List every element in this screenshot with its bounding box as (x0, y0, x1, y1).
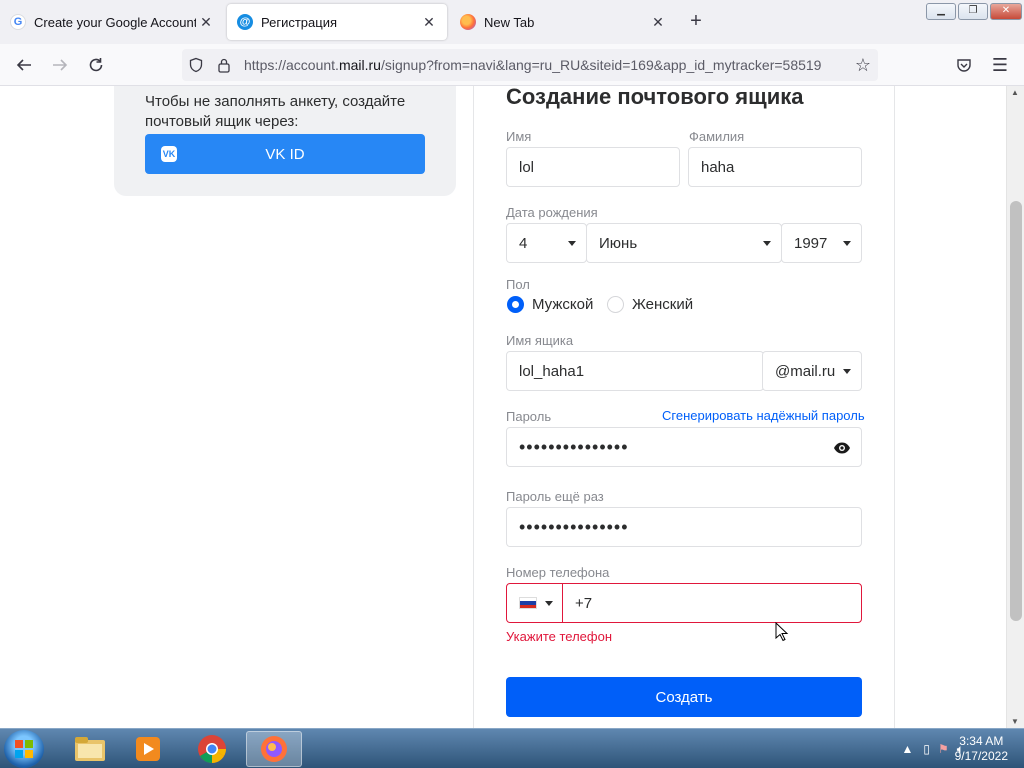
navigation-bar: https://account.mail.ru/signup?from=navi… (0, 44, 1024, 86)
alternative-signup-card: Чтобы не заполнять анкету, создайте почт… (114, 86, 456, 196)
gender-male-radio[interactable]: Мужской (507, 296, 593, 313)
birth-month-select[interactable]: Июнь (586, 223, 782, 263)
chrome-icon (198, 735, 226, 763)
google-icon: G (10, 14, 26, 30)
generate-password-link[interactable]: Сгенерировать надёжный пароль (662, 408, 865, 423)
url-text: https://account.mail.ru/signup?from=navi… (244, 57, 822, 73)
reload-icon (89, 58, 103, 72)
page-scrollbar[interactable]: ▲ ▼ (1006, 86, 1024, 728)
country-code-select[interactable] (506, 583, 564, 623)
firefox-icon (261, 736, 287, 762)
media-player-icon (136, 737, 160, 761)
first-name-label: Имя (506, 129, 532, 144)
menu-hamburger-icon[interactable]: ☰ (987, 52, 1013, 78)
restore-button[interactable]: ❐ (958, 3, 988, 20)
vk-id-button[interactable]: VK VK ID (145, 134, 425, 174)
tab-title: New Tab (484, 14, 535, 30)
new-tab-button[interactable]: + (684, 10, 708, 34)
password-mask: ••••••••••••••• (519, 436, 629, 457)
password-input[interactable]: ••••••••••••••• (506, 427, 862, 467)
close-tab-icon[interactable]: ✕ (419, 14, 439, 31)
tab-google-account[interactable]: G Create your Google Account ✕ (0, 4, 224, 40)
gender-male-label: Мужской (532, 296, 594, 313)
first-name-input[interactable]: lol (506, 147, 680, 187)
show-hidden-icons-icon[interactable]: ▲ (902, 742, 914, 756)
forward-arrow-icon (53, 59, 68, 71)
tab-title: Регистрация (261, 14, 337, 30)
page-content: Чтобы не заполнять анкету, создайте почт… (0, 86, 1024, 728)
birth-date-label: Дата рождения (506, 205, 598, 220)
phone-label: Номер телефона (506, 565, 610, 580)
vk-icon: VK (161, 146, 177, 162)
start-button[interactable] (4, 730, 44, 768)
radio-unchecked-icon (607, 296, 624, 313)
mailbox-label: Имя ящика (506, 333, 574, 348)
file-explorer-taskbar-button[interactable] (62, 731, 118, 767)
page-title: Создание почтового ящика (506, 86, 804, 109)
tracking-shield-icon[interactable] (182, 55, 210, 75)
create-account-button[interactable]: Создать (506, 677, 862, 717)
gender-female-label: Женский (632, 296, 694, 313)
password-label: Пароль (506, 409, 552, 424)
last-name-input[interactable]: haha (688, 147, 862, 187)
lock-icon[interactable] (210, 55, 238, 75)
minimize-button[interactable]: ▁ (926, 3, 956, 20)
chrome-taskbar-button[interactable] (184, 731, 240, 767)
address-bar[interactable]: https://account.mail.ru/signup?from=navi… (182, 49, 878, 81)
taskbar-clock[interactable]: 3:34 AM 9/17/2022 (955, 734, 1008, 764)
clock-time: 3:34 AM (959, 734, 1004, 748)
firefox-taskbar-button[interactable] (246, 731, 302, 767)
gender-female-radio[interactable]: Женский (607, 296, 693, 313)
phone-input[interactable]: +7 (562, 583, 862, 623)
show-password-eye-icon[interactable] (833, 439, 851, 457)
close-window-button[interactable]: ✕ (990, 3, 1022, 20)
scroll-up-icon[interactable]: ▲ (1011, 88, 1019, 97)
tab-title: Create your Google Account (34, 14, 196, 30)
clock-date: 9/17/2022 (954, 749, 1008, 763)
forward-button[interactable] (47, 52, 73, 78)
tab-strip: G Create your Google Account ✕ @ Регистр… (0, 0, 1024, 44)
phone-error-message: Укажите телефон (506, 629, 613, 644)
firefox-icon (460, 14, 476, 30)
radio-checked-icon (507, 296, 524, 313)
mouse-cursor-icon (775, 622, 789, 642)
windows-logo-icon (15, 740, 33, 758)
tab-new-tab[interactable]: New Tab ✕ (450, 4, 676, 40)
password-repeat-mask: ••••••••••••••• (519, 516, 629, 537)
alternative-signup-hint: Чтобы не заполнять анкету, создайте почт… (145, 93, 406, 130)
mail-domain-select[interactable]: @mail.ru (762, 351, 862, 391)
birth-year-select[interactable]: 1997 (781, 223, 862, 263)
mailbox-input[interactable]: lol_haha1 (506, 351, 764, 391)
back-button[interactable] (11, 52, 37, 78)
action-center-icon[interactable]: ⚑ (938, 742, 949, 756)
network-icon[interactable]: ▯ (923, 742, 930, 756)
pocket-icon[interactable] (951, 52, 977, 78)
vk-id-label: VK ID (265, 145, 305, 163)
birth-day-select[interactable]: 4 (506, 223, 587, 263)
close-tab-icon[interactable]: ✕ (196, 14, 216, 31)
tab-registration[interactable]: @ Регистрация ✕ (227, 4, 447, 40)
gender-label: Пол (506, 277, 530, 292)
russia-flag-icon (519, 597, 537, 609)
bookmark-star-icon[interactable]: ☆ (850, 52, 876, 78)
scrollbar-thumb[interactable] (1010, 201, 1022, 621)
password-repeat-input[interactable]: ••••••••••••••• (506, 507, 862, 547)
last-name-label: Фамилия (689, 129, 745, 144)
reload-button[interactable] (83, 52, 109, 78)
folder-icon (75, 737, 105, 761)
scroll-down-icon[interactable]: ▼ (1011, 717, 1019, 726)
back-arrow-icon (16, 59, 31, 71)
windows-taskbar: ▲ ▯ ⚑ 🔈︎ 3:34 AM 9/17/2022 (0, 728, 1024, 768)
mail-ru-icon: @ (237, 14, 253, 30)
close-tab-icon[interactable]: ✕ (648, 14, 668, 31)
password-repeat-label: Пароль ещё раз (506, 489, 604, 504)
media-player-taskbar-button[interactable] (120, 731, 176, 767)
